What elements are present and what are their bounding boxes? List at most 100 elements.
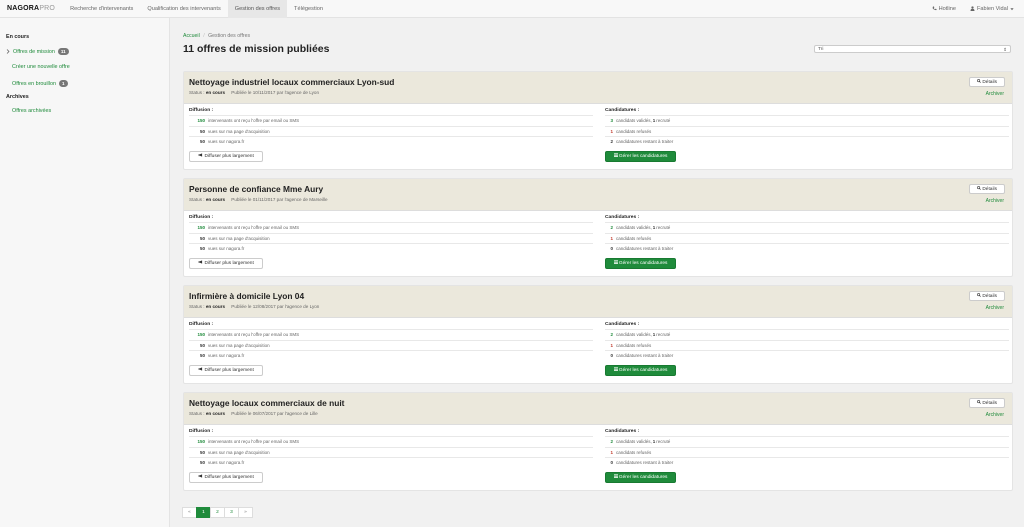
site-views-count: 50 [199, 353, 205, 359]
cand-row-validated: 2 candidats validés, 1 recruté [605, 222, 1009, 233]
row-label: vues sur nagora.fr [208, 246, 245, 252]
brand-suffix: PRO [39, 5, 56, 12]
diffusion-heading: Diffusion : [189, 215, 214, 220]
sidebar-item-label: Offres de mission [13, 48, 55, 55]
gerer-candidatures-button[interactable]: Gérer les candidatures [605, 365, 676, 376]
details-label: Détails [982, 80, 997, 85]
offer-title[interactable]: Nettoyage locaux commerciaux de nuit [189, 398, 344, 408]
pagination-page-2[interactable]: 2 [210, 507, 225, 518]
nav-qualification[interactable]: Qualification des intervenants [140, 0, 227, 18]
details-button[interactable]: Détails [969, 291, 1005, 301]
diffusion-row-site-views: 50 vues sur nagora.fr [189, 243, 593, 254]
details-button[interactable]: Détails [969, 77, 1005, 87]
nav-gestion-offres[interactable]: Gestion des offres [227, 0, 288, 18]
hotline-link[interactable]: Hotline [932, 6, 956, 12]
diffusion-row-emails: 150 intervenants ont reçu l'offre par ema… [189, 222, 593, 233]
sidebar-item-offres-mission[interactable]: Offres de mission 11 [6, 48, 69, 55]
sidebar-item-drafts[interactable]: Offres en brouillon 1 [12, 80, 68, 87]
nav-telegestion[interactable]: Télégestion [287, 0, 330, 18]
archive-link[interactable]: Archiver [986, 412, 1004, 418]
sidebar-item-archived[interactable]: Offres archivées [12, 108, 51, 114]
offer-title[interactable]: Infirmière à domicile Lyon 04 [189, 291, 304, 301]
details-label: Détails [982, 401, 997, 406]
top-navbar: NAGORAPRO Recherche d'intervenants Quali… [0, 0, 1024, 18]
pagination-page-3[interactable]: 3 [224, 507, 239, 518]
gerer-candidatures-button[interactable]: Gérer les candidatures [605, 258, 676, 269]
diffuser-button[interactable]: Diffuser plus largement [189, 365, 263, 376]
candidatures-heading: Candidatures : [605, 322, 640, 327]
zoom-icon [977, 79, 981, 83]
row-label-2: recruté [656, 225, 671, 231]
offer-title[interactable]: Personne de confiance Mme Aury [189, 184, 323, 194]
status-value: en cours [205, 90, 226, 95]
archive-link[interactable]: Archiver [986, 305, 1004, 311]
cand-row-validated: 3 candidats validés, 1 recruté [605, 115, 1009, 126]
row-label: candidatures restant à traiter [616, 353, 674, 359]
gerer-candidatures-button[interactable]: Gérer les candidatures [605, 151, 676, 162]
refused-count: 1 [610, 128, 613, 134]
diffusion-heading: Diffusion : [189, 322, 214, 327]
phone-icon [932, 6, 937, 11]
diffusion-section: Diffusion : 150 intervenants ont reçu l'o… [189, 215, 593, 269]
sidebar: En cours Offres de mission 11 Créer une … [0, 18, 170, 527]
megaphone-icon [198, 153, 203, 157]
nav-recherche[interactable]: Recherche d'intervenants [63, 0, 140, 18]
page-views-count: 50 [199, 449, 205, 455]
offer-status-line: Status : en cours Publiée le 06/07/2017 … [189, 411, 318, 416]
cand-row-validated: 2 candidats validés, 1 recruté [605, 436, 1009, 447]
status-prefix: Status : [189, 411, 206, 416]
diffusion-row-page-views: 50 vues sur ma page d'acquisition [189, 339, 593, 351]
diffuser-button[interactable]: Diffuser plus largement [189, 472, 263, 483]
validated-count: 2 [610, 225, 613, 231]
row-label-2: recruté [656, 332, 671, 338]
user-menu[interactable]: Fabien Vidal [970, 6, 1014, 12]
diffusion-row-site-views: 50 vues sur nagora.fr [189, 136, 593, 147]
list-icon [613, 260, 618, 264]
validated-count: 2 [610, 439, 613, 445]
candidatures-heading: Candidatures : [605, 429, 640, 434]
row-label: candidats refusés [616, 128, 652, 134]
details-label: Détails [982, 294, 997, 299]
offer-card-header: Infirmière à domicile Lyon 04 Status : e… [184, 286, 1012, 318]
recruited-count: 1 [652, 225, 656, 231]
gerer-candidatures-button[interactable]: Gérer les candidatures [605, 472, 676, 483]
megaphone-icon [198, 260, 203, 264]
published-info: Publiée le 12/08/2017 par l'agence de Ly… [231, 304, 320, 309]
offer-card-header: Nettoyage industriel locaux commerciaux … [184, 72, 1012, 104]
details-button[interactable]: Détails [969, 184, 1005, 194]
sidebar-item-create-offer[interactable]: Créer une nouvelle offre [12, 64, 70, 70]
pagination-next[interactable]: » [238, 507, 253, 518]
chevron-right-icon [6, 49, 10, 54]
list-icon [613, 153, 618, 157]
row-label: vues sur nagora.fr [208, 460, 245, 466]
offer-status-line: Status : en cours Publiée le 01/11/2017 … [189, 197, 328, 202]
pagination-prev[interactable]: « [182, 507, 197, 518]
gerer-label: Gérer les candidatures [618, 475, 668, 480]
pagination-page-1[interactable]: 1 [196, 507, 211, 518]
refused-count: 1 [610, 449, 613, 455]
breadcrumb-home[interactable]: Accueil [183, 33, 200, 39]
archive-link[interactable]: Archiver [986, 198, 1004, 204]
diffuser-button[interactable]: Diffuser plus largement [189, 258, 263, 269]
drafts-count-badge: 1 [58, 80, 68, 87]
row-label: candidats refusés [616, 235, 652, 241]
row-label: candidats validés, [616, 225, 652, 231]
published-info: Publiée le 01/11/2017 par l'agence de Ma… [231, 197, 328, 202]
diffuser-label: Diffuser plus largement [204, 368, 254, 373]
diffuser-button[interactable]: Diffuser plus largement [189, 151, 263, 162]
row-label: candidats validés, [616, 332, 652, 338]
row-label: candidatures restant à traiter [616, 139, 674, 145]
sort-select[interactable]: Tri ⇕ [814, 45, 1011, 53]
gerer-label: Gérer les candidatures [618, 368, 668, 373]
gerer-label: Gérer les candidatures [618, 261, 668, 266]
row-label: vues sur ma page d'acquisition [208, 449, 270, 455]
row-label: candidatures restant à traiter [616, 460, 674, 466]
details-button[interactable]: Détails [969, 398, 1005, 408]
archive-link[interactable]: Archiver [986, 91, 1004, 97]
candidatures-section: Candidatures : 3 candidats validés, 1 recr… [605, 108, 1009, 162]
row-label: intervenants ont reçu l'offre par email … [208, 118, 300, 124]
candidatures-section: Candidatures : 2 candidats validés, 1 recr… [605, 322, 1009, 376]
status-value: en cours [205, 304, 226, 309]
brand-logo[interactable]: NAGORAPRO [0, 5, 63, 12]
offer-title[interactable]: Nettoyage industriel locaux commerciaux … [189, 77, 394, 87]
